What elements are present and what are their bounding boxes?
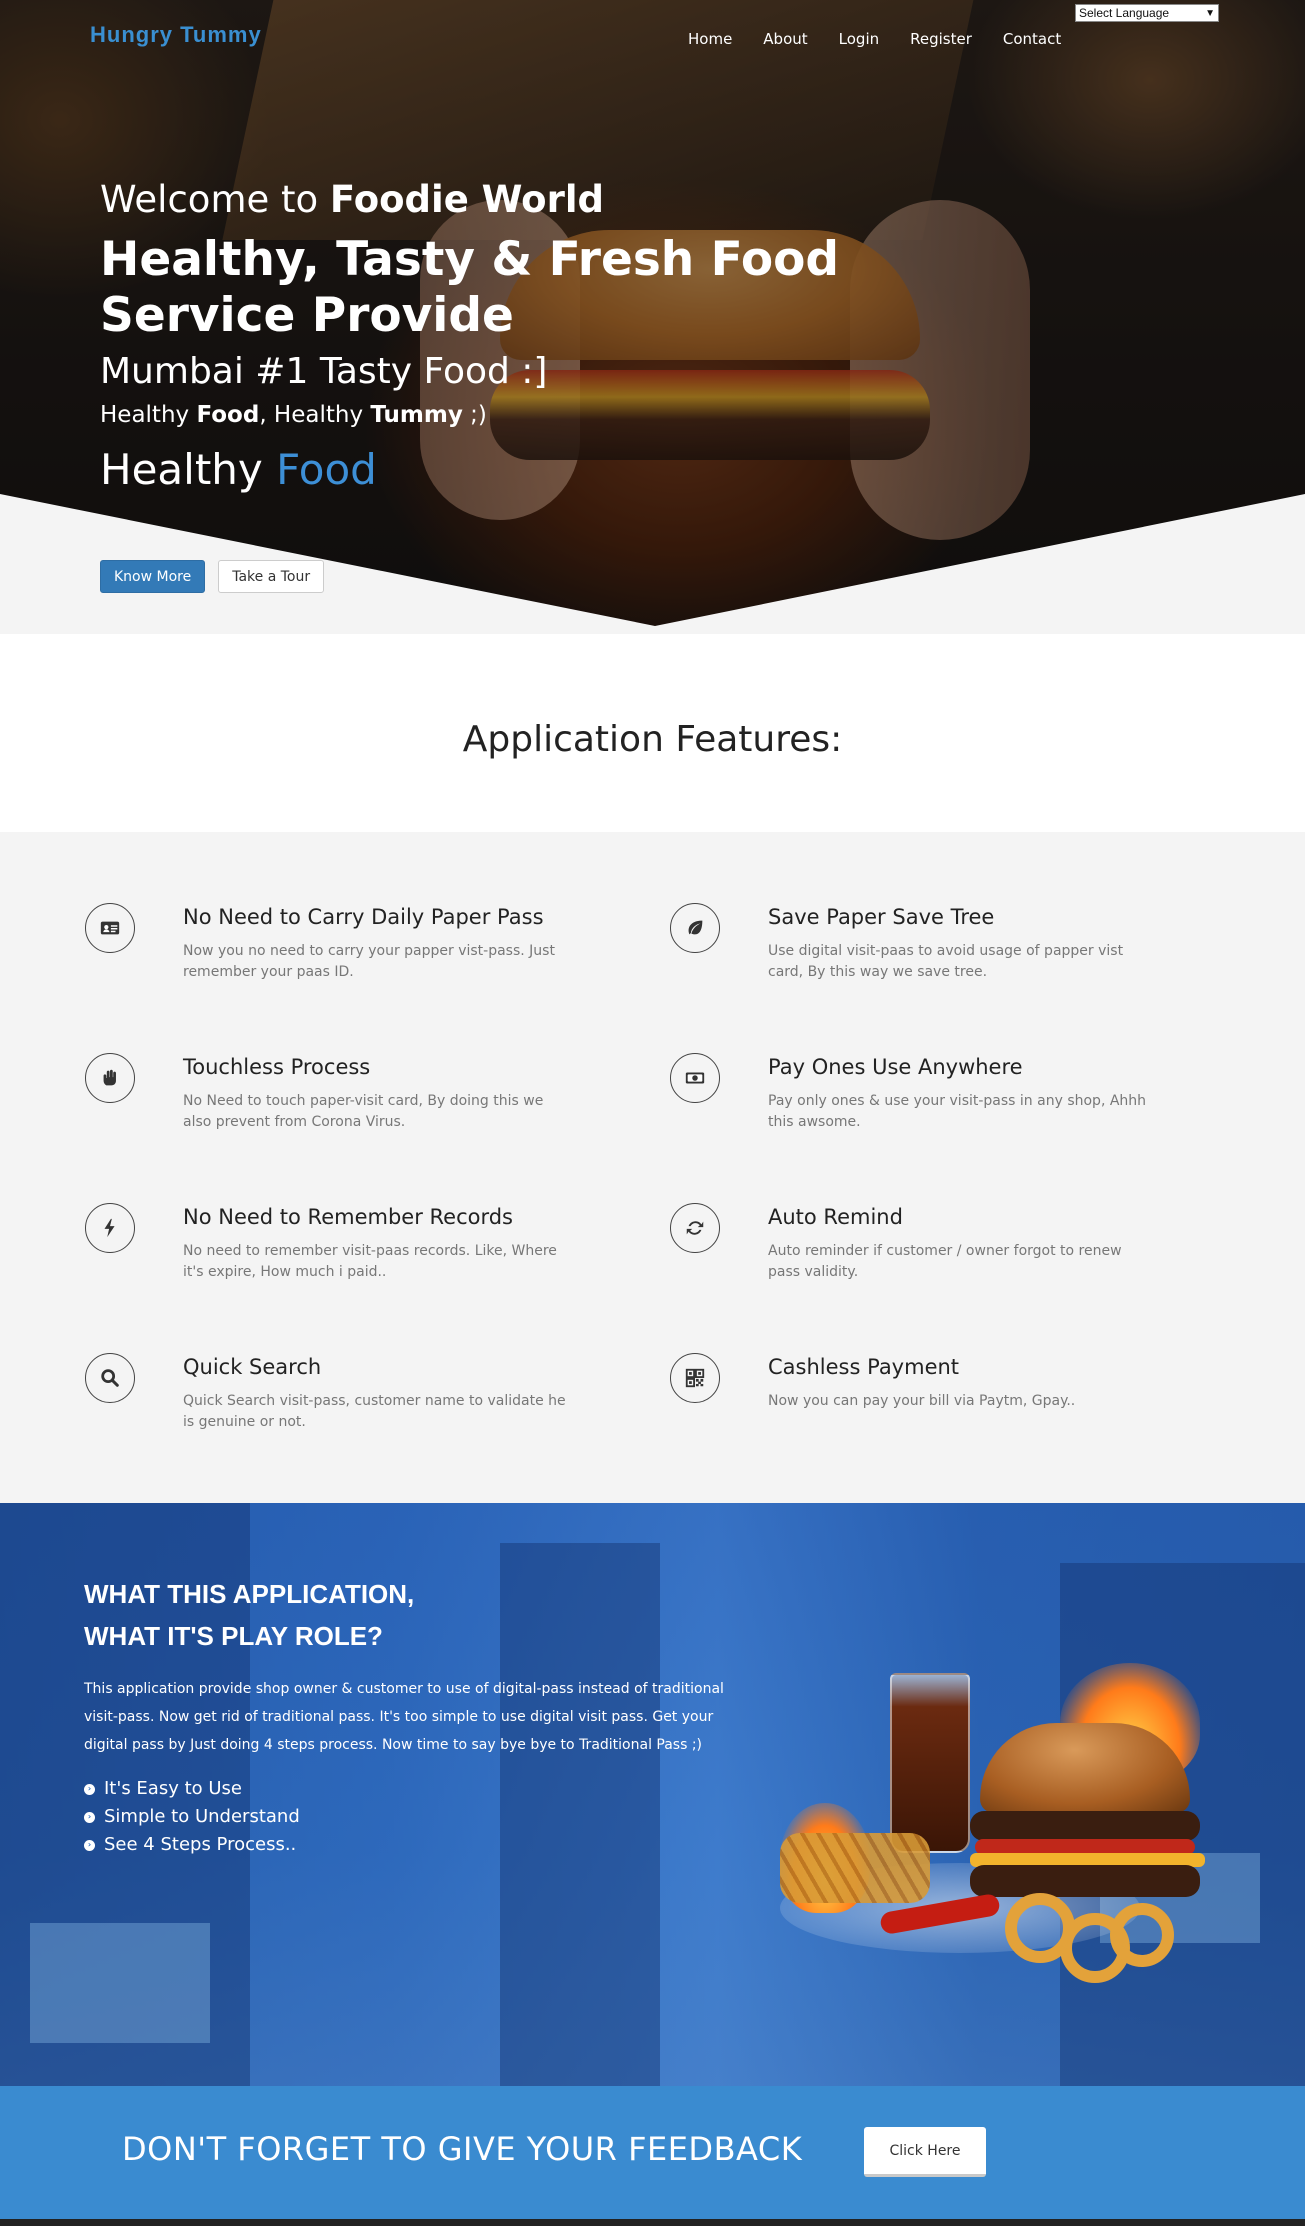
role-points: › It's Easy to Use › Simple to Understand … [84, 1775, 300, 1859]
feature-title: Touchless Process [183, 1055, 371, 1079]
feature-item: Touchless Process No Need to touch paper… [85, 1053, 605, 1163]
feature-desc: Pay only ones & use your visit-pass in a… [768, 1093, 1147, 1130]
food-burger-patty [970, 1811, 1200, 1841]
point-label: It's Easy to Use [104, 1778, 242, 1799]
take-a-tour-button[interactable]: Take a Tour [218, 560, 325, 593]
point-label: See 4 Steps Process.. [104, 1834, 297, 1855]
feature-desc: Now you can pay your bill via Paytm, Gpa… [768, 1393, 1076, 1409]
hero-city-tagline: Mumbai #1 Tasty Food :] [100, 351, 548, 392]
feature-desc: Quick Search visit-pass, customer name t… [183, 1393, 566, 1430]
role-heading-line1: WHAT THIS APPLICATION, [84, 1579, 415, 1609]
footer-strip [0, 2219, 1305, 2226]
nav-home[interactable]: Home [688, 30, 732, 48]
list-item: › Simple to Understand [84, 1803, 300, 1831]
id-card-icon [85, 903, 135, 953]
hero-section: Hungry Tummy Home About Login Register C… [0, 0, 1305, 634]
feature-desc: Now you no need to carry your papper vis… [183, 943, 555, 980]
chevron-down-icon: ▼ [1205, 7, 1215, 19]
feature-item: Cashless Payment Now you can pay your bi… [670, 1353, 1190, 1463]
tag-part-3: , Healthy [259, 402, 371, 428]
tag-part-1: Healthy [100, 402, 197, 428]
hero-headline-line2: Service Provide [100, 288, 514, 343]
feature-title: No Need to Carry Daily Paper Pass [183, 905, 544, 929]
typed-word: Food [276, 445, 377, 494]
nav-register[interactable]: Register [910, 30, 972, 48]
hero-text: Welcome to Foodie World Healthy, Tasty &… [100, 176, 839, 498]
hero-welcome-prefix: Welcome to [100, 178, 330, 221]
feature-item: Save Paper Save Tree Use digital visit-p… [670, 903, 1190, 1013]
know-more-button[interactable]: Know More [100, 560, 206, 593]
nav-about[interactable]: About [763, 30, 807, 48]
hero-headline: Healthy, Tasty & Fresh Food Service Prov… [100, 232, 839, 344]
qrcode-icon [670, 1353, 720, 1403]
list-item: › It's Easy to Use [84, 1775, 300, 1803]
bg-storefront [30, 1923, 210, 2043]
role-heading-line2: WHAT IT'S PLAY ROLE? [84, 1621, 383, 1651]
language-select-value: Select Language [1079, 6, 1170, 20]
feature-title: No Need to Remember Records [183, 1205, 514, 1229]
feedback-band: DON'T FORGET TO GIVE YOUR FEEDBACK Click… [0, 2086, 1305, 2219]
features-title-band: Application Features: [0, 634, 1305, 832]
hero-headline-line1: Healthy, Tasty & Fresh Food [100, 232, 840, 287]
feature-title: Auto Remind [768, 1205, 903, 1229]
feature-desc: Use digital visit-paas to avoid usage of… [768, 943, 1124, 980]
hero-welcome: Welcome to Foodie World [100, 176, 839, 224]
brand-logo[interactable]: Hungry Tummy [90, 22, 262, 48]
role-description: This application provide shop owner & cu… [84, 1681, 724, 1753]
hand-icon [85, 1053, 135, 1103]
food-burger-patty [970, 1865, 1200, 1897]
feature-item: Auto Remind Auto reminder if customer / … [670, 1203, 1190, 1313]
feature-desc: No Need to touch paper-visit card, By do… [183, 1093, 544, 1130]
food-burger-bun [980, 1723, 1190, 1813]
food-illustration [760, 1603, 1240, 2003]
food-drink-glass [890, 1673, 970, 1853]
refresh-icon [670, 1203, 720, 1253]
list-item: › See 4 Steps Process.. [84, 1831, 300, 1859]
search-icon [85, 1353, 135, 1403]
bg-building [500, 1543, 660, 2086]
features-grid: No Need to Carry Daily Paper Pass Now yo… [0, 832, 1305, 1503]
role-heading: WHAT THIS APPLICATION, WHAT IT'S PLAY RO… [84, 1573, 414, 1657]
tag-part-2: Food [196, 402, 260, 428]
typed-prefix: Healthy [100, 445, 277, 494]
hero-tagline: Healthy Food, Healthy Tummy ;) [100, 398, 839, 432]
point-label: Simple to Understand [104, 1806, 300, 1827]
feedback-click-here-button[interactable]: Click Here [864, 2127, 986, 2177]
hero-buttons: Know More Take a Tour [100, 560, 325, 593]
chevron-right-circle-icon: › [84, 1811, 95, 1823]
feature-desc: No need to remember visit-paas records. … [183, 1243, 557, 1280]
nav-login[interactable]: Login [839, 30, 879, 48]
food-fries [780, 1833, 930, 1903]
feature-desc: Auto reminder if customer / owner forgot… [768, 1243, 1122, 1280]
money-icon [670, 1053, 720, 1103]
app-role-section: WHAT THIS APPLICATION, WHAT IT'S PLAY RO… [0, 1503, 1305, 2086]
tag-part-4: Tummy [370, 402, 463, 428]
bolt-icon [85, 1203, 135, 1253]
feature-title: Quick Search [183, 1355, 322, 1379]
feature-title: Save Paper Save Tree [768, 905, 995, 929]
hero-typed-text: Healthy Food [100, 442, 839, 498]
food-onion-ring [1110, 1903, 1174, 1967]
feature-item: Quick Search Quick Search visit-pass, cu… [85, 1353, 605, 1463]
feature-item: No Need to Carry Daily Paper Pass Now yo… [85, 903, 605, 1013]
main-nav: Home About Login Register Contact [688, 30, 1092, 48]
language-select[interactable]: Select Language ▼ [1075, 4, 1219, 22]
nav-contact[interactable]: Contact [1003, 30, 1061, 48]
feature-title: Cashless Payment [768, 1355, 960, 1379]
leaf-icon [670, 903, 720, 953]
feature-item: Pay Ones Use Anywhere Pay only ones & us… [670, 1053, 1190, 1163]
tag-part-5: ;) [462, 402, 487, 428]
features-title: Application Features: [462, 718, 843, 760]
hero-welcome-bold: Foodie World [329, 178, 605, 221]
feature-title: Pay Ones Use Anywhere [768, 1055, 1023, 1079]
feature-item: No Need to Remember Records No need to r… [85, 1203, 605, 1313]
feedback-heading: DON'T FORGET TO GIVE YOUR FEEDBACK [122, 2130, 803, 2168]
chevron-right-circle-icon: › [84, 1839, 95, 1851]
chevron-right-circle-icon: › [84, 1783, 95, 1795]
